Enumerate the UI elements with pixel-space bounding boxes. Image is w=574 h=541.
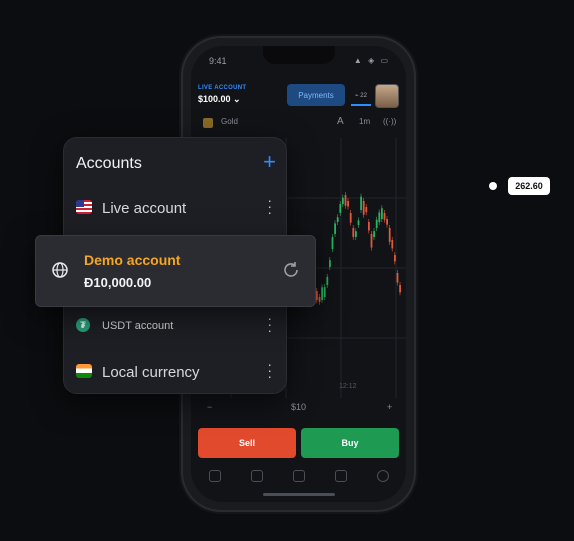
candle: [316, 291, 318, 301]
nav-trophy-icon[interactable]: [335, 470, 347, 482]
candle: [388, 228, 391, 242]
bottom-nav: [191, 468, 406, 488]
candle: [339, 204, 342, 213]
us-flag-icon: [76, 200, 92, 214]
candle: [386, 219, 388, 225]
status-time: 9:41: [209, 56, 227, 66]
candle: [383, 213, 386, 220]
avatar[interactable]: [375, 84, 399, 108]
timeframe-button[interactable]: 1m: [359, 117, 370, 126]
more-options-icon[interactable]: · · ·: [267, 193, 272, 219]
increase-amount-button[interactable]: +: [387, 402, 392, 412]
nav-briefcase-icon[interactable]: [293, 470, 305, 482]
candle: [347, 201, 349, 207]
drawing-tool-icon[interactable]: A: [337, 116, 344, 127]
candle: [329, 260, 331, 267]
gold-icon: [203, 118, 213, 128]
candle: [360, 196, 362, 210]
candle: [391, 240, 394, 249]
current-price-dot: [489, 182, 497, 190]
candle: [355, 231, 357, 237]
home-indicator: [263, 493, 335, 496]
candle: [362, 201, 365, 215]
demo-account-balance: Đ10,000.00: [84, 275, 152, 290]
candle: [349, 213, 352, 223]
decrease-amount-button[interactable]: −: [207, 402, 212, 412]
candle: [326, 276, 329, 285]
more-options-icon[interactable]: · · ·: [267, 357, 272, 383]
buy-button[interactable]: Buy: [301, 428, 399, 458]
candle: [370, 234, 373, 248]
india-flag-icon: [76, 364, 92, 378]
current-price-tag: 262.60: [508, 177, 550, 195]
candle: [342, 197, 344, 204]
notifications-badge[interactable]: ⌁ 22: [351, 86, 371, 106]
more-options-icon[interactable]: · · ·: [267, 311, 272, 337]
account-label-usdt: USDT account: [102, 320, 174, 332]
nav-expand-icon[interactable]: [251, 470, 263, 482]
sell-button[interactable]: Sell: [198, 428, 296, 458]
account-row-local[interactable]: Local currency · · ·: [64, 352, 286, 392]
account-row-usdt[interactable]: ₮ USDT account · · ·: [64, 306, 286, 346]
signal-icon[interactable]: ((·)): [383, 117, 396, 126]
demo-account-card[interactable]: Demo account Đ10,000.00: [35, 235, 316, 307]
status-icons: ▲ ◈ ▭: [353, 56, 390, 65]
account-row-live[interactable]: Live account · · ·: [64, 188, 286, 228]
demo-account-name: Demo account: [84, 252, 181, 268]
add-account-icon[interactable]: +: [263, 151, 276, 173]
nav-chart-icon[interactable]: [209, 470, 221, 482]
candle: [323, 287, 326, 297]
candle: [352, 228, 355, 237]
candle: [357, 220, 360, 225]
candle: [368, 222, 370, 231]
amount-row: − $10 +: [191, 402, 406, 420]
asset-bar: Gold A 1m ((·)): [191, 114, 406, 134]
candle: [373, 231, 375, 237]
asset-selector[interactable]: Gold: [221, 117, 238, 126]
account-type-label: LIVE ACCOUNT: [198, 85, 247, 91]
globe-icon: [52, 262, 68, 278]
accounts-title: Accounts: [76, 155, 142, 172]
candle: [321, 287, 323, 300]
candle: [334, 223, 336, 234]
account-label-live: Live account: [102, 200, 187, 217]
candle: [381, 208, 383, 219]
account-balance-selector[interactable]: $100.00 ⌄: [198, 94, 241, 105]
trade-amount[interactable]: $10: [291, 402, 306, 412]
usdt-icon: ₮: [76, 318, 90, 332]
phone-notch: [263, 46, 335, 64]
refresh-icon[interactable]: [281, 260, 301, 280]
candle: [396, 273, 399, 283]
candle: [365, 207, 368, 213]
candle: [344, 195, 347, 206]
candle: [336, 217, 339, 222]
candle: [378, 212, 381, 222]
candle: [318, 297, 321, 302]
payments-button[interactable]: Payments: [287, 84, 345, 106]
chart-time-label: 12:12: [339, 383, 357, 390]
candle: [394, 255, 396, 262]
candle: [399, 285, 401, 293]
account-label-local: Local currency: [102, 364, 200, 381]
candle: [375, 219, 378, 228]
candle: [331, 237, 334, 249]
nav-dollar-icon[interactable]: [377, 470, 389, 482]
